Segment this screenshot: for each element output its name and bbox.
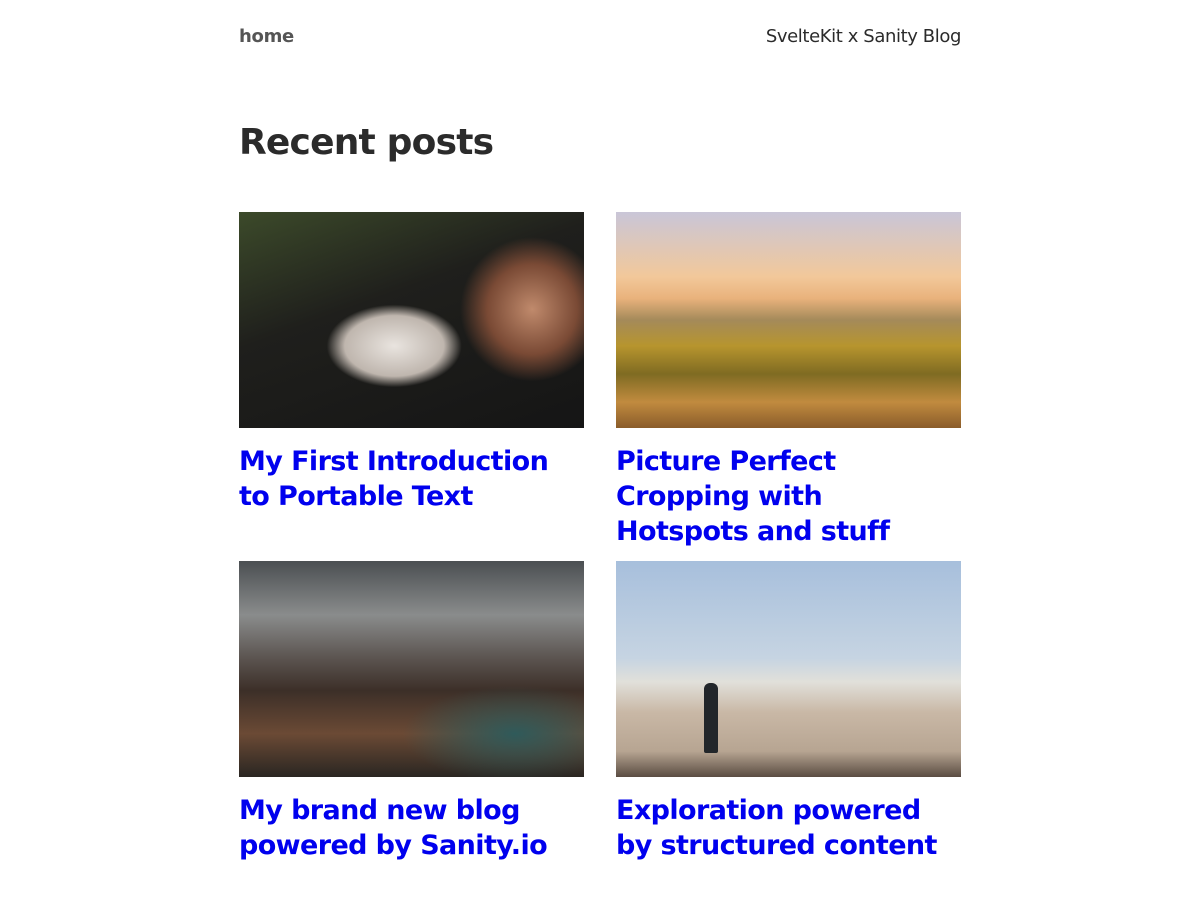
posts-grid: My First Introduction to Portable Text P… xyxy=(239,212,961,910)
post-title[interactable]: My First Introduction to Portable Text xyxy=(239,444,584,514)
post-card[interactable]: Exploration powered by structured conten… xyxy=(616,561,961,910)
post-card[interactable]: My brand new blog powered by Sanity.io xyxy=(239,561,584,910)
post-image[interactable] xyxy=(616,561,961,777)
post-card[interactable]: My First Introduction to Portable Text xyxy=(239,212,584,561)
post-title[interactable]: My brand new blog powered by Sanity.io xyxy=(239,793,584,863)
post-image[interactable] xyxy=(239,212,584,428)
page-title: Recent posts xyxy=(239,122,494,163)
home-link[interactable]: home xyxy=(239,26,294,47)
site-title: SvelteKit x Sanity Blog xyxy=(765,25,962,47)
post-card[interactable]: Picture Perfect Cropping with Hotspots a… xyxy=(616,212,961,561)
post-title[interactable]: Picture Perfect Cropping with Hotspots a… xyxy=(616,444,961,549)
post-image[interactable] xyxy=(616,212,961,428)
page-container: home SvelteKit x Sanity Blog Recent post… xyxy=(239,0,961,861)
top-nav: home SvelteKit x Sanity Blog xyxy=(239,18,961,54)
post-title[interactable]: Exploration powered by structured conten… xyxy=(616,793,961,863)
post-image[interactable] xyxy=(239,561,584,777)
